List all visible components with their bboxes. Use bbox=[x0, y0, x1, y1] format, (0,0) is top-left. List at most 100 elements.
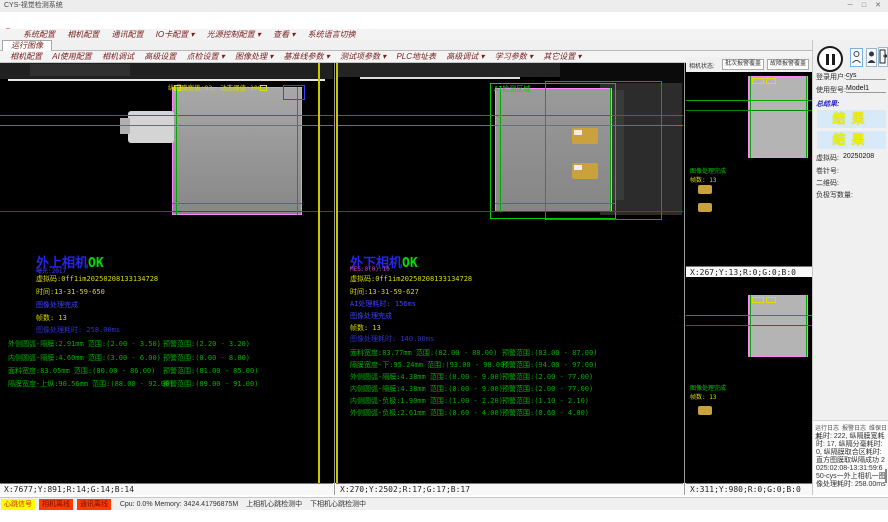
left-vert-line-2 bbox=[297, 87, 298, 215]
smallview2-guide-line-1 bbox=[686, 315, 812, 316]
mid-measurement-value: 外侧圆弧-隔膜:4.38mm 范围:(0.00 - 9.00) bbox=[350, 372, 503, 382]
left-blue-roi-box bbox=[283, 85, 305, 100]
tool-advanced-debug[interactable]: 高级调试 ▾ bbox=[442, 51, 488, 63]
mid-measurement-warn: 预警范围:(0.60 - 4.00) bbox=[502, 408, 589, 418]
tab-strip: 运行图像 bbox=[0, 40, 888, 51]
heartbeat-status-badge: 心跳信号 bbox=[1, 499, 35, 510]
mid-ai-elapsed-text: AI处理耗时: 156ms bbox=[350, 299, 416, 309]
log-text: 耗时: 222, 纵隔膜宽耗时: 17, 纵隔分毫耗时: 0, 纵隔膜取合区耗时… bbox=[816, 433, 886, 489]
mid-mes-text: MES:0(0):10 bbox=[350, 266, 390, 273]
left-guide-line-3 bbox=[172, 203, 302, 204]
mid-measurement-warn: 预警范围:(83.00 - 87.00) bbox=[502, 348, 597, 358]
mid-ai-label: AI检测区域 bbox=[494, 84, 530, 94]
tool-test-params[interactable]: 测试项参数 ▾ bbox=[336, 51, 390, 63]
mid-yellow-ruler-line bbox=[336, 63, 338, 483]
left-roi-label: 纵隔膜宽值:93, 动态阈值:100 bbox=[168, 82, 262, 92]
menu-bar: 系统配置 相机配置 通讯配置 IO卡配置 ▾ 光源控制配置 ▾ 查看 ▾ 系统语… bbox=[0, 29, 888, 40]
mid-pixel-coords-bar: X:270;Y:2502;R:17;G:17;B:17 bbox=[336, 483, 683, 495]
mid-measurement-warn: 预警范围:(2.00 - 77.00) bbox=[502, 384, 593, 394]
menu-item-comm-config[interactable]: 通讯配置 bbox=[106, 29, 148, 40]
log-area: 运行日志报警日志维保日志 耗时: 222, 纵隔膜宽耗时: 17, 纵隔分毫耗时… bbox=[812, 420, 888, 495]
tool-baseline-params[interactable]: 基准线参数 ▾ bbox=[279, 51, 333, 63]
mid-guide-line-1 bbox=[336, 115, 683, 116]
comm-offline-badge: 通讯离线 bbox=[77, 499, 111, 510]
app-window: CYS-视觉检测系统 ─ □ ✕ C 系统配置 相机配置 通讯配置 IO卡配置 … bbox=[0, 0, 888, 522]
cpu-memory-text: Cpu: 0.0% Memory: 3424.41796875M bbox=[120, 499, 238, 511]
log-tab-alarm[interactable]: 报警日志 bbox=[842, 426, 866, 432]
mid-measurement-value: 隔膜宽度-下:95.24mm 范围:(93.00 - 98.00) bbox=[350, 360, 509, 370]
mid-barcode-text: 虚拟码:0ff1im20250208133134728 bbox=[350, 274, 472, 284]
result-block-1: 结果 bbox=[817, 110, 886, 128]
log-tab-run[interactable]: 运行日志 bbox=[815, 426, 839, 432]
menu-item-view[interactable]: 查看 ▾ bbox=[268, 29, 300, 40]
tool-spotcheck-settings[interactable]: 点检设置 ▾ bbox=[183, 51, 229, 63]
smallview1-vert-line-2 bbox=[806, 76, 807, 158]
tool-advanced-settings[interactable]: 高级设置 bbox=[140, 51, 180, 63]
total-result-label: 总结果: bbox=[816, 99, 839, 109]
pause-button[interactable] bbox=[817, 46, 843, 72]
maximize-icon[interactable]: □ bbox=[858, 0, 870, 12]
close-icon[interactable]: ✕ bbox=[872, 0, 884, 12]
smallview1-guide-line-2 bbox=[686, 110, 812, 111]
mid-vert-line-1 bbox=[500, 88, 501, 212]
smallview1-gold-feature-2 bbox=[698, 203, 712, 212]
log-scrollbar[interactable] bbox=[885, 469, 887, 483]
pause-icon bbox=[832, 54, 835, 65]
left-camera-status: OK bbox=[88, 256, 104, 271]
title-bar: CYS-视觉检测系统 ─ □ ✕ bbox=[0, 0, 888, 12]
left-barcode-text: 虚拟码:0ff1im20250208133134728 bbox=[36, 274, 158, 284]
fault-alarm-override-button[interactable]: 故障报警覆盖 bbox=[767, 59, 809, 70]
result-block-2: 结果 bbox=[817, 131, 886, 149]
menu-item-system-config[interactable]: 系统配置 bbox=[18, 29, 60, 40]
left-clamp-tip bbox=[120, 118, 130, 134]
status-bar: 心跳信号 相机离线 通讯离线 Cpu: 0.0% Memory: 3424.41… bbox=[0, 497, 888, 510]
user-filled-icon bbox=[867, 49, 876, 66]
smallview1-frames-text: 帧数: 13 bbox=[690, 175, 716, 184]
menu-item-light-config[interactable]: 光源控制配置 ▾ bbox=[202, 29, 266, 40]
tool-image-processing[interactable]: 图像处理 ▾ bbox=[231, 51, 277, 63]
menu-item-language[interactable]: 系统语言切换 bbox=[303, 29, 361, 40]
tool-camera-config[interactable]: 相机配置 bbox=[6, 51, 46, 63]
left-scene-bar bbox=[30, 64, 130, 76]
smallview2-frames-text: 帧数: 13 bbox=[690, 392, 716, 401]
tool-ai-config[interactable]: AI使用配置 bbox=[48, 51, 96, 63]
batch-alarm-override-button[interactable]: 批次报警覆盖 bbox=[722, 59, 764, 70]
left-guide-line-4 bbox=[0, 211, 333, 212]
mid-vert-line-2 bbox=[610, 88, 611, 212]
user-switch-button[interactable] bbox=[866, 48, 877, 67]
left-elapsed-text: 图像处理耗时: 258.00ms bbox=[36, 325, 120, 335]
mid-guide-line-4 bbox=[336, 211, 683, 212]
menu-item-camera-config[interactable]: 相机配置 bbox=[62, 29, 104, 40]
tool-learning-params[interactable]: 学习参数 ▾ bbox=[491, 51, 537, 63]
tool-camera-debug[interactable]: 相机调试 bbox=[98, 51, 138, 63]
user-icon bbox=[851, 49, 862, 66]
mid-time-text: 时间:13-31-59-627 bbox=[350, 287, 419, 297]
smallview2-gold-feature bbox=[698, 406, 712, 415]
upper-camera-heartbeat-text: 上相机心跳检测中 bbox=[246, 499, 302, 511]
menu-items: 系统配置 相机配置 通讯配置 IO卡配置 ▾ 光源控制配置 ▾ 查看 ▾ 系统语… bbox=[18, 29, 361, 40]
model-value: Model1 bbox=[846, 85, 886, 93]
smallview1-vert-line-1 bbox=[750, 76, 751, 158]
mid-gold-highlight-1 bbox=[574, 130, 582, 135]
smallview2-roi-marker-1 bbox=[752, 297, 764, 303]
view-divider-right bbox=[684, 63, 685, 495]
left-cell-region bbox=[172, 87, 302, 215]
mid-bright-line bbox=[360, 77, 520, 79]
minimize-icon[interactable]: ─ bbox=[844, 0, 856, 12]
left-pixel-coords-bar: X:7677;Y:891;R:14;G:14;B:14 bbox=[0, 483, 333, 495]
smallview2-vert-line-1 bbox=[750, 295, 751, 357]
menu-item-io-config[interactable]: IO卡配置 ▾ bbox=[151, 29, 200, 40]
pin-number-label: 卷针号: bbox=[816, 166, 839, 176]
exit-button[interactable] bbox=[878, 47, 888, 67]
tool-other-settings[interactable]: 其它设置 ▾ bbox=[539, 51, 585, 63]
login-user-value: cys bbox=[846, 72, 886, 80]
user-login-button[interactable] bbox=[850, 48, 863, 67]
virtual-code-value: 20250208 bbox=[843, 153, 874, 160]
left-measurement-value: 面料宽度:83.05mm 范围:(80.00 - 86.00) bbox=[8, 366, 155, 376]
smallview2-guide-line-2 bbox=[686, 325, 812, 326]
qr-code-label: 二维码: bbox=[816, 178, 839, 188]
left-frames-text: 帧数: 13 bbox=[36, 313, 67, 323]
tool-plc-table[interactable]: PLC地址表 bbox=[392, 51, 440, 63]
tab-run-image[interactable]: 运行图像 bbox=[2, 40, 52, 51]
mid-measurement-value: 面料宽度:83.77mm 范围:(82.00 - 88.00) bbox=[350, 348, 497, 358]
